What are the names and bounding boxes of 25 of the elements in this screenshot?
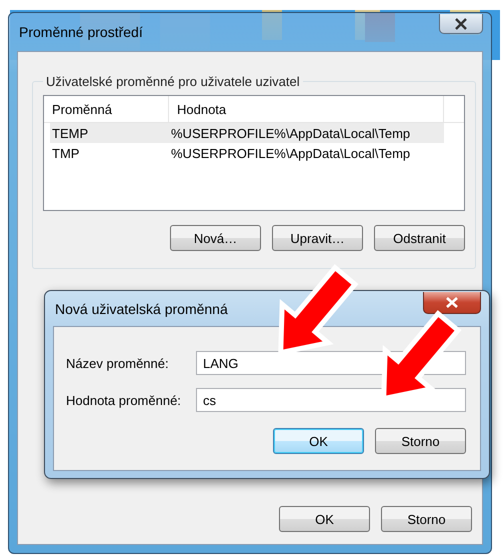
close-icon xyxy=(445,296,459,308)
column-header[interactable]: Proměnná xyxy=(44,96,169,122)
group-title: Uživatelské proměnné pro uživatele uzivatel xyxy=(45,74,301,89)
dialog-button[interactable]: Storno xyxy=(381,506,472,532)
field-label: Hodnota proměnné: xyxy=(66,392,182,408)
column-header[interactable]: Hodnota xyxy=(169,96,444,122)
window-title: Proměnné prostředí xyxy=(18,24,143,40)
list-cell-text: %USERPROFILE%\AppData\Local\Temp xyxy=(170,146,412,160)
field-label: Název proměnné: xyxy=(66,356,170,370)
input-field[interactable]: cs xyxy=(196,388,466,412)
list-cell-text: TMP xyxy=(51,146,80,160)
close-icon xyxy=(454,18,468,30)
dialog-button[interactable]: OK xyxy=(273,428,364,454)
list-row[interactable]: TMP %USERPROFILE%\AppData\Local\Temp xyxy=(50,143,444,163)
list-cell-text: %USERPROFILE%\AppData\Local\Temp xyxy=(170,126,412,140)
list-button[interactable]: Odstranit xyxy=(374,225,465,251)
dialog-button[interactable]: Storno xyxy=(375,428,466,454)
list-row[interactable]: TEMP %USERPROFILE%\AppData\Local\Temp xyxy=(50,123,444,143)
dialog-button[interactable]: OK xyxy=(279,506,370,532)
list-button[interactable]: Upravit… xyxy=(272,225,363,251)
list-cell-text: TEMP xyxy=(51,126,90,140)
close-button[interactable] xyxy=(423,292,481,314)
dialog-title: Nová uživatelská proměnná xyxy=(54,300,228,316)
list-button[interactable]: Nová… xyxy=(170,225,261,251)
close-button[interactable] xyxy=(439,14,483,34)
